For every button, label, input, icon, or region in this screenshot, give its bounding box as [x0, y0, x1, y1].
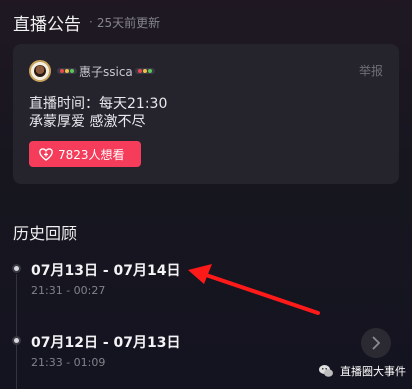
- watermark-text: 直播圈大事件: [340, 365, 406, 378]
- avatar[interactable]: [29, 60, 51, 82]
- history-item-time: 21:31 - 00:27: [31, 284, 106, 297]
- timeline-dot: [12, 264, 21, 273]
- wechat-icon: [319, 365, 333, 377]
- chevron-right-icon: [372, 336, 381, 350]
- badge-dots-icon: [57, 68, 77, 74]
- notice-text: 承蒙厚爱 感激不尽: [29, 114, 146, 130]
- history-item-range[interactable]: 07月12日 - 07月13日: [31, 332, 181, 352]
- timeline-dot: [12, 336, 21, 345]
- want-count: 7823人想看: [58, 147, 125, 162]
- history-title: 历史回顾: [13, 224, 78, 243]
- username-row[interactable]: 惠子ssica: [57, 62, 155, 80]
- history-item-time: 21:33 - 01:09: [31, 356, 106, 369]
- announcement-title: 直播公告: [13, 14, 81, 35]
- separator-dot: ·: [89, 15, 93, 29]
- heart-plus-icon: [39, 147, 53, 161]
- watermark: 直播圈大事件: [318, 362, 406, 380]
- live-time-text: 直播时间：每天21:30: [29, 96, 168, 112]
- history-item-range[interactable]: 07月13日 - 07月14日: [31, 260, 181, 280]
- timeline-line: [16, 274, 17, 389]
- announcement-header: 直播公告 · 25天前更新: [13, 10, 161, 35]
- announcement-card: 惠子ssica 举报 直播时间：每天21:30 承蒙厚爱 感激不尽 7823人想…: [13, 44, 399, 184]
- next-button[interactable]: [361, 328, 391, 358]
- updated-time: 25天前更新: [96, 15, 161, 30]
- report-link[interactable]: 举报: [359, 62, 383, 79]
- username: 惠子ssica: [79, 64, 133, 79]
- badge-dots-icon: [134, 68, 155, 74]
- want-to-watch-button[interactable]: 7823人想看: [29, 141, 141, 167]
